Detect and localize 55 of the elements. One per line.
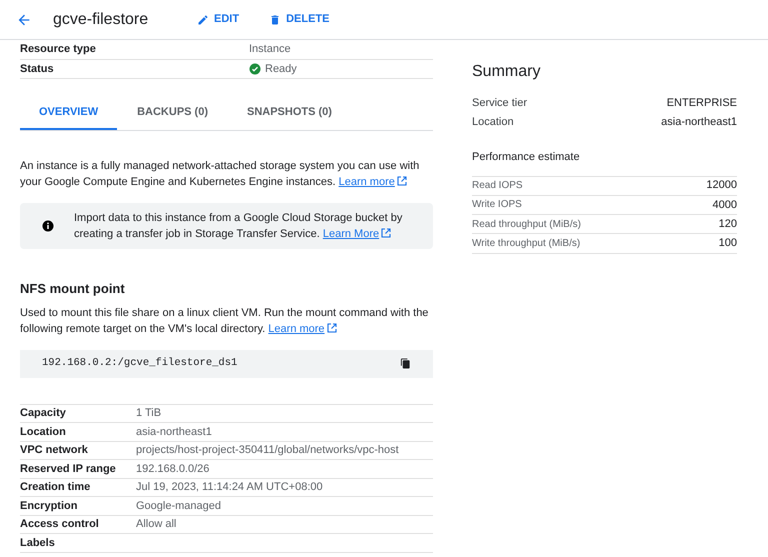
detail-label: Labels bbox=[20, 536, 56, 550]
tab[interactable]: SNAPSHOTS (0) bbox=[228, 97, 351, 130]
detail-value: Allow all bbox=[136, 517, 176, 532]
check-circle-icon bbox=[249, 62, 261, 75]
description-text: Used to mount this file share on a linux client VM. Run the mount command with the following remote target on the VM's local directory. Learn more bbox=[20, 306, 430, 336]
metric-label: Read IOPS bbox=[472, 179, 523, 194]
summary-value: ENTERPRISE bbox=[666, 96, 737, 110]
learn-more-link[interactable]: Learn More bbox=[322, 228, 380, 240]
page-title: gcve-filestore bbox=[53, 10, 150, 30]
copy-icon[interactable] bbox=[400, 358, 411, 369]
detail-label: Location bbox=[20, 424, 67, 440]
detail-label: Resource type bbox=[20, 42, 97, 57]
detail-label: Capacity bbox=[20, 406, 67, 421]
detail-value: Jul 19, 2023, 11:14:24 AM UTC+08:00 bbox=[136, 480, 323, 495]
summary-label: Service tier bbox=[472, 96, 528, 110]
detail-label: Access control bbox=[20, 517, 100, 532]
summary-value: asia-northeast1 bbox=[661, 115, 737, 130]
external-link-icon bbox=[396, 176, 407, 186]
status-text: Ready bbox=[265, 62, 297, 76]
performance-heading: Performance estimate bbox=[472, 150, 581, 165]
detail-value: Instance bbox=[249, 42, 291, 57]
tab[interactable]: OVERVIEW bbox=[20, 97, 118, 130]
learn-more-link[interactable]: Learn more bbox=[268, 322, 325, 334]
tab[interactable]: BACKUPS (0) bbox=[118, 97, 227, 130]
detail-value: projects/host-project-350411/global/networks/vpc-host bbox=[136, 443, 399, 458]
detail-label: Encryption bbox=[20, 498, 78, 514]
edit-button[interactable]: EDIT bbox=[193, 7, 244, 32]
metric-value: 120 bbox=[718, 216, 737, 232]
delete-button[interactable]: DELETE bbox=[265, 7, 334, 32]
detail-label: VPC network bbox=[20, 443, 89, 458]
pencil-icon bbox=[197, 14, 209, 26]
trash-icon bbox=[269, 14, 282, 26]
external-link-icon bbox=[326, 322, 337, 332]
learn-more-link[interactable]: Learn more bbox=[338, 176, 395, 188]
detail-value: Google-managed bbox=[136, 498, 222, 514]
metric-label: Write IOPS bbox=[472, 198, 522, 212]
section-heading: NFS mount point bbox=[20, 280, 126, 298]
mount-target: 192.168.0.2:/gcve_filestore_ds1 bbox=[42, 356, 238, 371]
detail-value: 192.168.0.0/26 bbox=[136, 462, 210, 476]
detail-value: 1 TiB bbox=[136, 406, 162, 421]
metric-value: 4000 bbox=[712, 198, 737, 213]
metric-value: 100 bbox=[718, 236, 737, 252]
external-link-icon bbox=[381, 228, 392, 238]
info-icon bbox=[42, 220, 54, 232]
detail-label: Reserved IP range bbox=[20, 462, 117, 476]
detail-value: asia-northeast1 bbox=[136, 424, 212, 440]
summary-label: Location bbox=[472, 115, 514, 130]
summary-title: Summary bbox=[472, 62, 542, 82]
description-text: Import data to this instance from a Google Cloud Storage bucket by creating a transfer job in Storage Transfer Service. Learn More bbox=[74, 211, 404, 242]
metric-label: Write throughput (MiB/s) bbox=[472, 237, 580, 252]
metric-value: 12000 bbox=[706, 178, 737, 194]
description-text: An instance is a fully managed network-attached storage system you can use with your Google Compute Engine and Kubernetes Engine instances. Learn more bbox=[20, 159, 420, 190]
detail-label: Status bbox=[20, 62, 55, 76]
detail-label: Creation time bbox=[20, 480, 92, 495]
metric-label: Read throughput (MiB/s) bbox=[472, 218, 581, 232]
